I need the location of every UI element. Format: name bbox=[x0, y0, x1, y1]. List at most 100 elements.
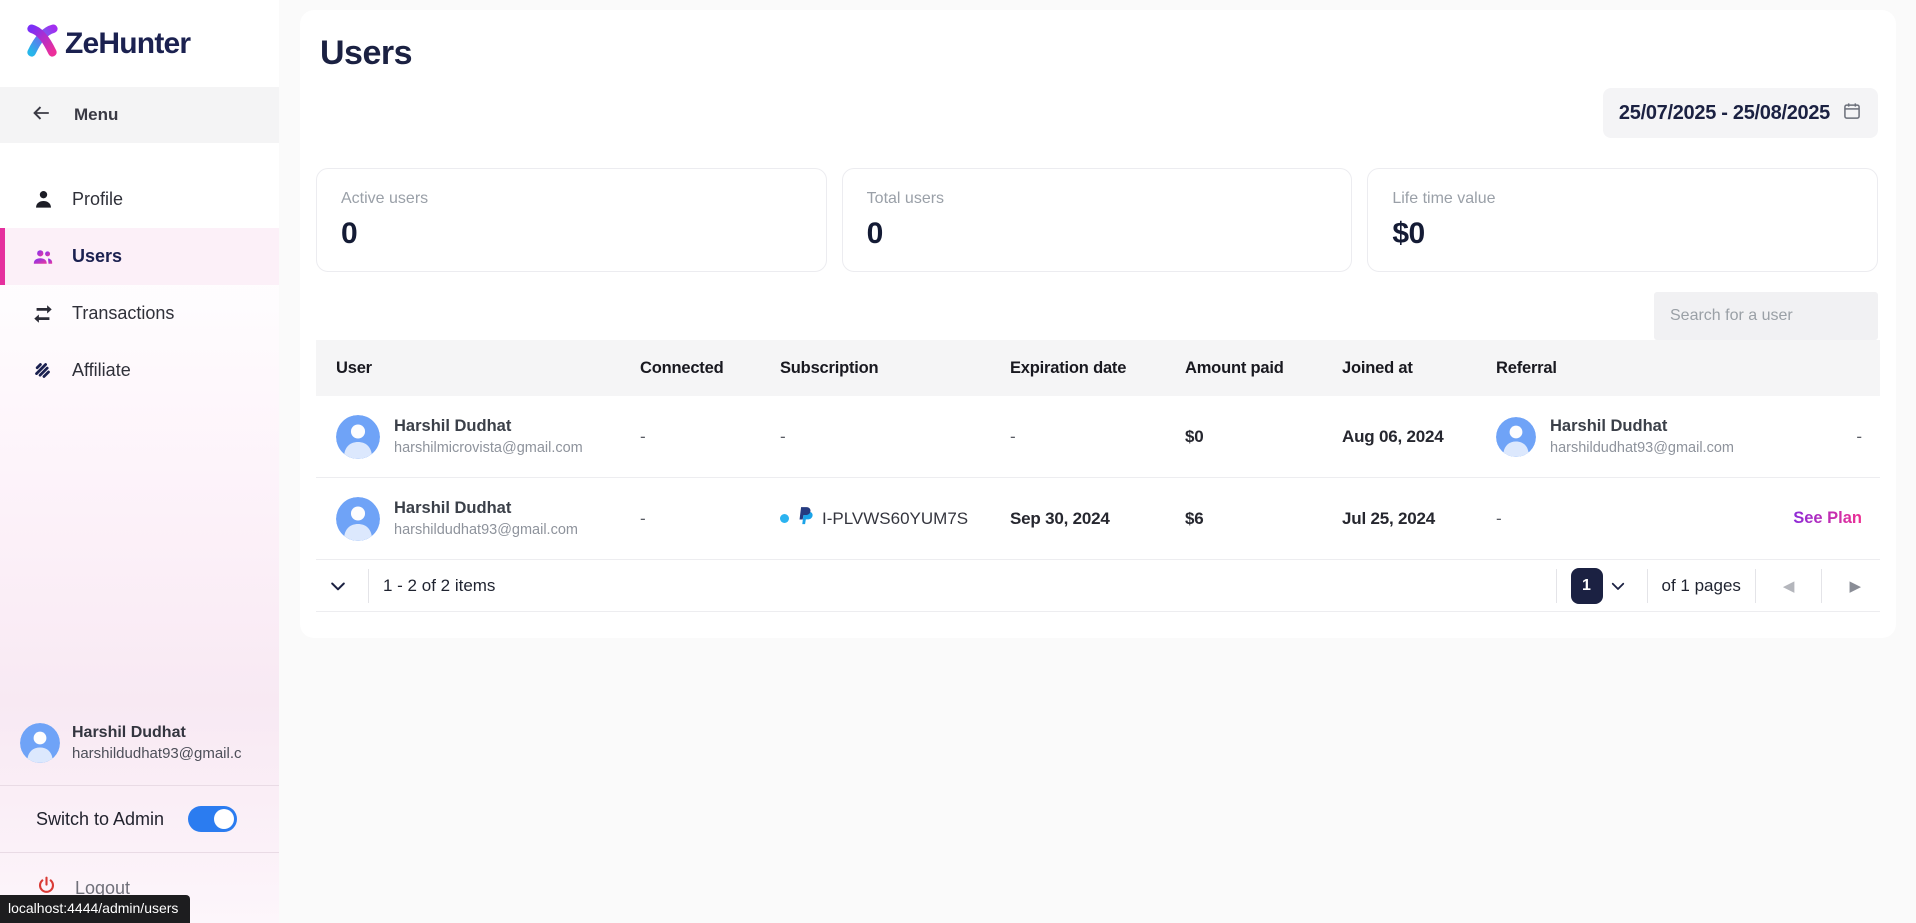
sidebar-item-profile[interactable]: Profile bbox=[0, 171, 279, 228]
user-cell: Harshil Dudhat harshilmicrovista@gmail.c… bbox=[336, 415, 640, 459]
brand-logo[interactable]: ZeHunter bbox=[0, 0, 279, 87]
table-header: User Connected Subscription Expiration d… bbox=[316, 340, 1880, 396]
sidebar-item-transactions[interactable]: Transactions bbox=[0, 285, 279, 342]
paypal-icon bbox=[797, 506, 814, 532]
avatar bbox=[336, 415, 380, 459]
stat-label: Active users bbox=[341, 190, 826, 208]
profile-email: harshildudhat93@gmail.c bbox=[72, 745, 274, 762]
pagination-pages-text: of 1 pages bbox=[1662, 576, 1741, 596]
column-header-referral: Referral bbox=[1496, 359, 1790, 378]
status-dot-icon bbox=[780, 514, 789, 523]
column-header-user: User bbox=[336, 359, 640, 378]
people-icon bbox=[32, 246, 54, 268]
referral-email: harshildudhat93@gmail.com bbox=[1550, 440, 1734, 456]
users-table: User Connected Subscription Expiration d… bbox=[316, 340, 1880, 612]
column-header-subscription: Subscription bbox=[780, 359, 1010, 378]
sidebar-item-affiliate[interactable]: Affiliate bbox=[0, 342, 279, 399]
person-icon bbox=[32, 189, 54, 211]
user-email: harshilmicrovista@gmail.com bbox=[394, 440, 583, 456]
back-arrow-icon bbox=[30, 102, 52, 129]
divider bbox=[368, 569, 369, 603]
status-bar-url: localhost:4444/admin/users bbox=[0, 895, 190, 923]
column-header-joined-at: Joined at bbox=[1342, 359, 1496, 378]
column-header-connected: Connected bbox=[640, 359, 780, 378]
sidebar-item-label: Transactions bbox=[72, 303, 174, 324]
table-row: Harshil Dudhat harshildudhat93@gmail.com… bbox=[316, 478, 1880, 560]
joined-at-cell: Jul 25, 2024 bbox=[1342, 509, 1496, 529]
stats-row: Active users 0 Total users 0 Life time v… bbox=[316, 168, 1878, 272]
stat-value: 0 bbox=[341, 217, 826, 251]
page-size-dropdown[interactable] bbox=[322, 576, 354, 596]
stat-card-active-users: Active users 0 bbox=[316, 168, 827, 272]
sidebar-item-users[interactable]: Users bbox=[0, 228, 279, 285]
toggle-knob bbox=[214, 809, 234, 829]
column-header-amount-paid: Amount paid bbox=[1185, 359, 1342, 378]
menu-label: Menu bbox=[74, 105, 118, 125]
connected-cell: - bbox=[640, 509, 780, 529]
stat-value: 0 bbox=[867, 217, 1352, 251]
brand-name: ZeHunter bbox=[65, 27, 190, 61]
action-cell: See Plan bbox=[1790, 509, 1872, 528]
user-cell: Harshil Dudhat harshildudhat93@gmail.com bbox=[336, 497, 640, 541]
expiration-cell: Sep 30, 2024 bbox=[1010, 509, 1185, 529]
sidebar-spacer bbox=[0, 399, 279, 723]
sidebar: ZeHunter Menu Profile bbox=[0, 0, 279, 923]
profile-name: Harshil Dudhat bbox=[72, 724, 274, 742]
avatar bbox=[1496, 417, 1536, 457]
next-page-button[interactable]: ▶ bbox=[1836, 577, 1874, 595]
transfer-arrows-icon bbox=[32, 303, 54, 325]
pagination-controls: 1 of 1 pages ◀ ▶ bbox=[1542, 568, 1875, 604]
handshake-icon bbox=[32, 360, 54, 382]
user-name: Harshil Dudhat bbox=[394, 417, 583, 436]
user-email: harshildudhat93@gmail.com bbox=[394, 522, 578, 538]
main-content: Users 25/07/2025 - 25/08/2025 Active use… bbox=[300, 10, 1896, 638]
table-row: Harshil Dudhat harshilmicrovista@gmail.c… bbox=[316, 396, 1880, 478]
avatar bbox=[20, 723, 60, 763]
date-range-value: 25/07/2025 - 25/08/2025 bbox=[1619, 102, 1830, 125]
divider bbox=[1821, 569, 1822, 603]
current-page-indicator[interactable]: 1 bbox=[1571, 568, 1603, 604]
pagination-summary: 1 - 2 of 2 items bbox=[383, 576, 495, 596]
stat-label: Life time value bbox=[1392, 190, 1877, 208]
sidebar-item-label: Profile bbox=[72, 189, 123, 210]
search-input[interactable] bbox=[1654, 292, 1878, 340]
chevron-down-icon bbox=[1609, 577, 1627, 595]
action-cell: - bbox=[1790, 427, 1872, 447]
subscription-id: I-PLVWS60YUM7S bbox=[822, 509, 968, 529]
stat-card-lifetime-value: Life time value $0 bbox=[1367, 168, 1878, 272]
referral-cell: - bbox=[1496, 509, 1790, 529]
stat-label: Total users bbox=[867, 190, 1352, 208]
amount-paid-cell: $0 bbox=[1185, 427, 1342, 447]
sidebar-item-label: Users bbox=[72, 246, 122, 267]
sidebar-nav: Profile Users bbox=[0, 143, 279, 399]
sidebar-profile[interactable]: Harshil Dudhat harshildudhat93@gmail.c bbox=[0, 723, 279, 763]
switch-to-admin-label: Switch to Admin bbox=[36, 809, 164, 830]
sidebar-item-label: Affiliate bbox=[72, 360, 131, 381]
date-range-picker[interactable]: 25/07/2025 - 25/08/2025 bbox=[1603, 88, 1878, 138]
menu-collapse-button[interactable]: Menu bbox=[0, 87, 279, 143]
page-select-dropdown[interactable] bbox=[1603, 577, 1633, 595]
stat-card-total-users: Total users 0 bbox=[842, 168, 1353, 272]
joined-at-cell: Aug 06, 2024 bbox=[1342, 427, 1496, 447]
brand-logo-icon bbox=[25, 24, 59, 63]
pagination-bar: 1 - 2 of 2 items 1 of 1 pages ◀ ▶ bbox=[316, 560, 1880, 612]
referral-name: Harshil Dudhat bbox=[1550, 417, 1734, 436]
calendar-icon bbox=[1842, 101, 1862, 126]
divider bbox=[1755, 569, 1756, 603]
switch-to-admin-row: Switch to Admin bbox=[0, 786, 279, 852]
expiration-cell: - bbox=[1010, 427, 1185, 447]
stat-value: $0 bbox=[1392, 217, 1877, 251]
referral-cell: Harshil Dudhat harshildudhat93@gmail.com bbox=[1496, 417, 1790, 457]
amount-paid-cell: $6 bbox=[1185, 509, 1342, 529]
avatar bbox=[336, 497, 380, 541]
subscription-cell: I-PLVWS60YUM7S bbox=[780, 506, 1010, 532]
connected-cell: - bbox=[640, 427, 780, 447]
page-title: Users bbox=[320, 34, 412, 73]
see-plan-link[interactable]: See Plan bbox=[1793, 509, 1862, 527]
user-name: Harshil Dudhat bbox=[394, 499, 578, 518]
column-header-expiration-date: Expiration date bbox=[1010, 359, 1185, 378]
previous-page-button[interactable]: ◀ bbox=[1770, 577, 1808, 595]
switch-to-admin-toggle[interactable] bbox=[188, 806, 237, 832]
subscription-cell: - bbox=[780, 427, 1010, 447]
divider bbox=[1647, 569, 1648, 603]
